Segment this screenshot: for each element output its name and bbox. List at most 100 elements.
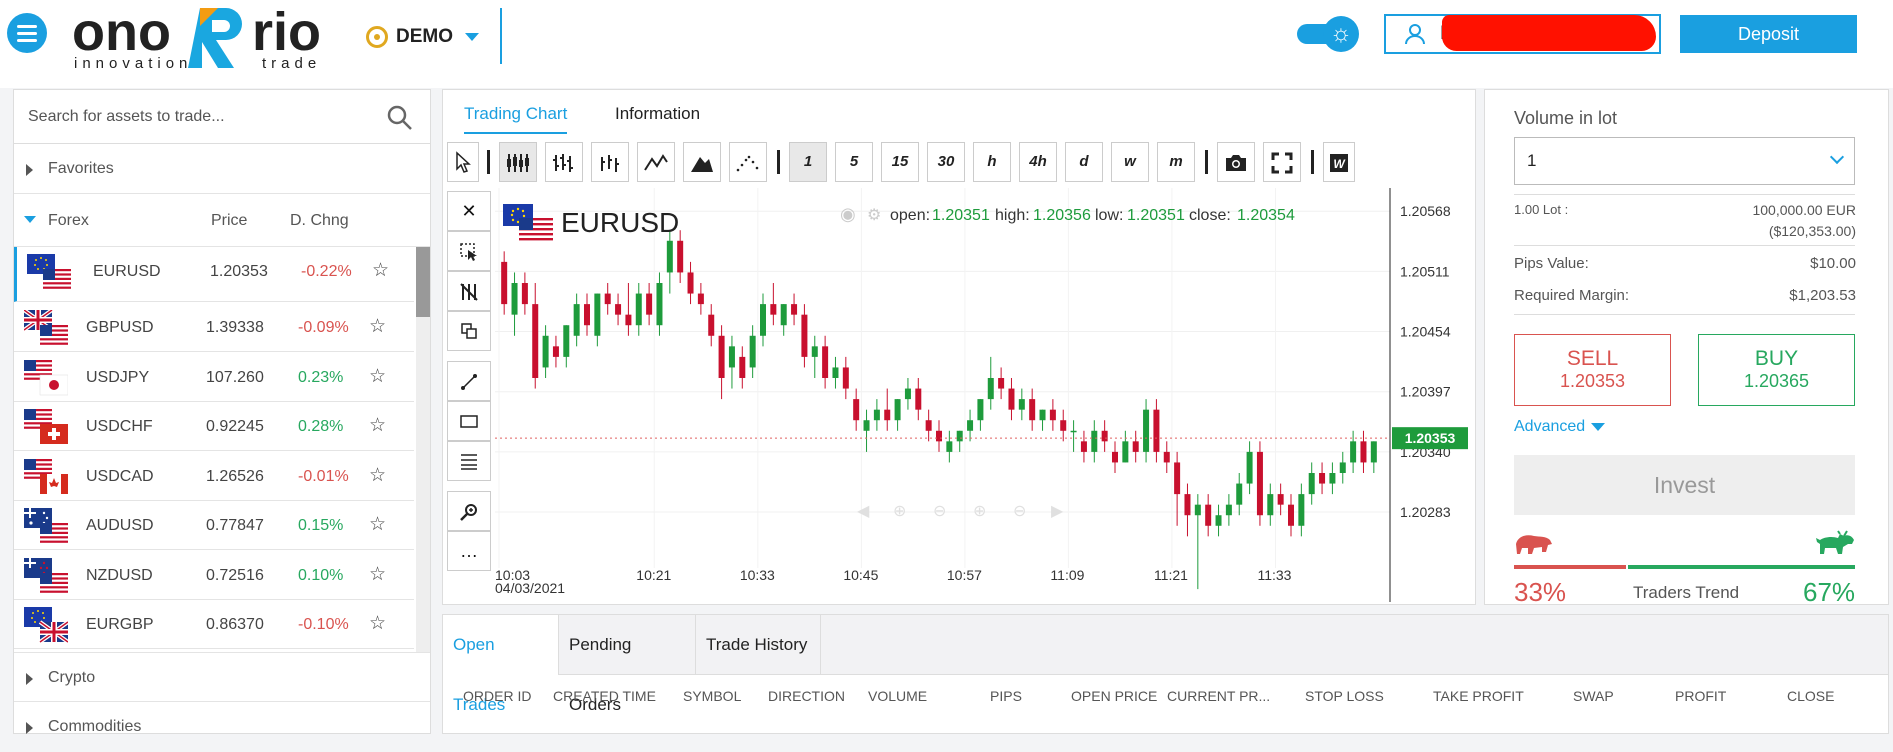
sell-button[interactable]: SELL 1.20353 — [1514, 334, 1671, 406]
top-header: ono rio innovation trade DEMO ☼ Hi Depos… — [0, 0, 1893, 88]
tab-trading-chart[interactable]: Trading Chart — [464, 104, 568, 134]
account-mode-selector[interactable]: DEMO — [366, 22, 479, 52]
asset-row[interactable]: GBPUSD 1.39338 -0.09% ☆ — [14, 303, 414, 352]
favorite-star-icon[interactable]: ☆ — [369, 612, 386, 635]
hamburger-menu-icon[interactable] — [7, 13, 47, 53]
timeframe-m[interactable]: m — [1157, 142, 1195, 182]
column-header[interactable]: VOLUME — [868, 688, 927, 704]
tab-trade-history[interactable]: Trade History — [696, 615, 821, 675]
widget-icon[interactable]: W — [1323, 142, 1355, 182]
timeframe-1[interactable]: 1 — [789, 142, 827, 182]
column-header[interactable]: CREATED TIME — [553, 688, 656, 704]
area-chart-icon[interactable] — [683, 142, 721, 182]
price-chart[interactable]: 1.205681.205111.204541.203971.203401.202… — [495, 188, 1470, 602]
column-header[interactable]: CLOSE — [1787, 688, 1834, 704]
favorite-star-icon[interactable]: ☆ — [369, 365, 386, 388]
zoom-reset-icon: ⊕ — [973, 501, 986, 520]
gbpusd-flag-icon — [24, 310, 68, 345]
column-header[interactable]: ORDER ID — [463, 688, 531, 704]
column-header[interactable]: PIPS — [990, 688, 1022, 704]
tab-pending-orders[interactable]: Pending Orders — [559, 615, 696, 714]
asset-search-input[interactable] — [28, 104, 368, 130]
scrollbar-thumb[interactable] — [416, 247, 430, 317]
column-header[interactable]: OPEN PRICE — [1071, 688, 1157, 704]
y-tick-label: 1.20397 — [1400, 384, 1451, 400]
group-crypto[interactable]: Crypto — [14, 652, 430, 702]
asset-row[interactable]: AUDUSD 0.77847 0.15% ☆ — [14, 501, 414, 550]
group-forex[interactable]: Forex Price D. Chng — [14, 194, 430, 247]
candle-body — [1277, 494, 1284, 505]
candle-body — [1225, 504, 1232, 516]
zoom-tool-icon[interactable] — [447, 491, 491, 531]
y-tick-label: 1.20454 — [1400, 324, 1451, 340]
candle-body — [1256, 451, 1263, 516]
tab-information[interactable]: Information — [615, 104, 700, 124]
candle-body — [1215, 515, 1222, 526]
ohlc-low-label: low: — [1095, 207, 1123, 224]
timeframe-15[interactable]: 15 — [881, 142, 919, 182]
asset-row[interactable]: NZDUSD 0.72516 0.10% ☆ — [14, 551, 414, 600]
favorite-star-icon[interactable]: ☆ — [369, 563, 386, 586]
invest-button[interactable]: Invest — [1514, 455, 1855, 515]
column-header[interactable]: STOP LOSS — [1305, 688, 1384, 704]
tab-open-trades[interactable]: Open Trades — [443, 615, 559, 714]
chart-date-label: 04/03/2021 — [495, 580, 565, 596]
asset-change: 0.15% — [298, 517, 344, 534]
more-tools-icon[interactable]: … — [447, 531, 491, 571]
column-header[interactable]: SWAP — [1573, 688, 1614, 704]
favorite-star-icon[interactable]: ☆ — [369, 414, 386, 437]
deposit-button[interactable]: Deposit — [1680, 15, 1857, 53]
advanced-toggle[interactable]: Advanced — [1514, 418, 1606, 436]
candle-body — [1298, 494, 1305, 526]
timeframe-4h[interactable]: 4h — [1019, 142, 1057, 182]
rectangle-tool-icon[interactable] — [447, 401, 491, 441]
timeframe-5[interactable]: 5 — [835, 142, 873, 182]
bar-chart-icon[interactable] — [545, 142, 583, 182]
timeframe-h[interactable]: h — [973, 142, 1011, 182]
group-favorites[interactable]: Favorites — [14, 144, 430, 194]
dot-chart-icon[interactable] — [729, 142, 767, 182]
buy-button[interactable]: BUY 1.20365 — [1698, 334, 1855, 406]
volume-select[interactable]: 1 — [1514, 137, 1855, 185]
remove-indicators-icon[interactable] — [447, 271, 491, 311]
timeframe-30[interactable]: 30 — [927, 142, 965, 182]
favorite-star-icon[interactable]: ☆ — [372, 259, 389, 282]
timeframe-d[interactable]: d — [1065, 142, 1103, 182]
group-commodities[interactable]: Commodities — [14, 702, 430, 752]
asset-row[interactable]: USDCHF 0.92245 0.28% ☆ — [14, 402, 414, 451]
clone-icon[interactable] — [447, 311, 491, 351]
asset-symbol: USDCAD — [86, 467, 154, 485]
camera-icon[interactable] — [1217, 142, 1255, 182]
trendline-tool-icon[interactable] — [447, 361, 491, 401]
hlc-bar-icon[interactable] — [591, 142, 629, 182]
select-tool-icon[interactable] — [447, 231, 491, 271]
sun-icon[interactable]: ☼ — [1323, 16, 1359, 52]
asset-row[interactable]: USDCAD 1.26526 -0.01% ☆ — [14, 452, 414, 501]
fullscreen-icon[interactable] — [1263, 142, 1301, 182]
column-header[interactable]: DIRECTION — [768, 688, 845, 704]
favorite-star-icon[interactable]: ☆ — [369, 315, 386, 338]
column-header[interactable]: SYMBOL — [683, 688, 741, 704]
ohlc-close-value: 1.20354 — [1237, 207, 1295, 224]
candle-body — [1112, 451, 1118, 463]
timeframe-w[interactable]: w — [1111, 142, 1149, 182]
candle-body — [1153, 409, 1160, 452]
asset-row[interactable]: USDJPY 107.260 0.23% ☆ — [14, 353, 414, 402]
x-tick-label: 11:21 — [1154, 567, 1188, 583]
margin-label: Required Margin: — [1514, 287, 1630, 304]
fibonacci-tool-icon[interactable] — [447, 441, 491, 481]
asset-row[interactable]: EURUSD 1.20353 -0.22% ☆ — [14, 247, 414, 302]
line-chart-icon[interactable] — [637, 142, 675, 182]
column-header[interactable]: CURRENT PR... — [1167, 688, 1270, 704]
candlestick-chart-icon[interactable] — [499, 142, 537, 182]
column-header[interactable]: PROFIT — [1675, 688, 1726, 704]
close-icon[interactable]: ✕ — [447, 191, 491, 231]
asset-row[interactable]: EURGBP 0.86370 -0.10% ☆ — [14, 600, 414, 649]
cursor-icon[interactable] — [447, 142, 479, 182]
favorite-star-icon[interactable]: ☆ — [369, 464, 386, 487]
search-icon[interactable] — [386, 104, 414, 132]
favorite-star-icon[interactable]: ☆ — [369, 513, 386, 536]
column-header[interactable]: TAKE PROFIT — [1433, 688, 1524, 704]
candle-body — [1070, 430, 1077, 433]
candle-body — [615, 304, 622, 315]
